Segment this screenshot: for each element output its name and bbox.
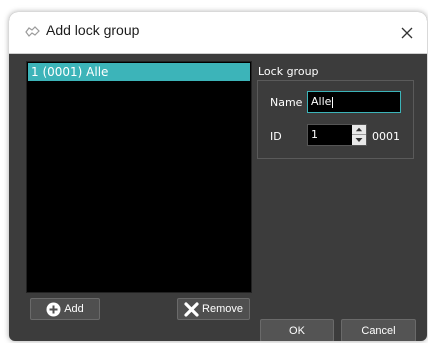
remove-button[interactable]: Remove <box>177 298 250 320</box>
lock-group-header: Lock group <box>258 65 319 78</box>
dialog-window: Add lock group 1 (0001) Alle Add Remove … <box>9 12 427 341</box>
remove-button-label: Remove <box>202 303 243 315</box>
ok-button[interactable]: OK <box>260 319 334 341</box>
title-bar: Add lock group <box>9 12 427 54</box>
add-button-label: Add <box>64 303 84 315</box>
text-caret <box>332 96 334 108</box>
lock-group-list[interactable]: 1 (0001) Alle <box>26 61 252 293</box>
id-spinner[interactable] <box>352 125 366 145</box>
spin-up-icon[interactable] <box>352 125 366 135</box>
window-title: Add lock group <box>46 22 140 38</box>
name-input[interactable]: Alle <box>307 91 401 113</box>
close-icon[interactable] <box>395 21 419 45</box>
cancel-button-label: Cancel <box>361 324 396 337</box>
add-button[interactable]: Add <box>30 298 100 320</box>
name-label: Name <box>270 96 303 109</box>
remove-icon <box>184 301 199 317</box>
list-item[interactable]: 1 (0001) Alle <box>28 63 250 81</box>
ok-button-label: OK <box>289 324 305 337</box>
add-icon <box>46 302 61 316</box>
name-input-value: Alle <box>311 95 332 108</box>
id-label: ID <box>270 130 282 143</box>
id-hex-value: 0001 <box>372 130 400 143</box>
id-spinbox-value: 1 <box>311 128 318 141</box>
spin-down-icon[interactable] <box>352 135 366 145</box>
cancel-button[interactable]: Cancel <box>341 319 416 341</box>
app-icon <box>25 26 40 37</box>
